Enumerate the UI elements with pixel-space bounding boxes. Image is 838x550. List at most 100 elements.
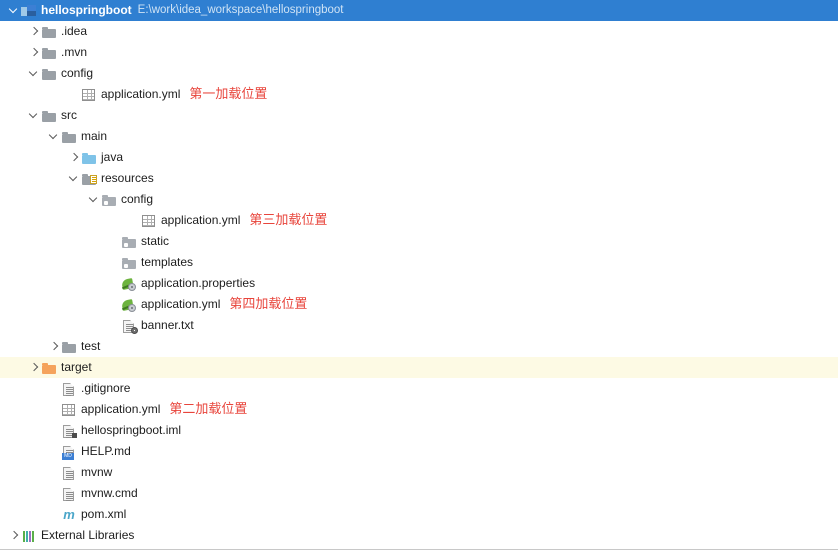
tree-row[interactable]: config bbox=[0, 63, 838, 84]
annotation-note: 第一加载位置 bbox=[189, 87, 268, 102]
tree-row[interactable]: hellospringboot.iml bbox=[0, 420, 838, 441]
chevron-down-icon[interactable] bbox=[28, 105, 41, 126]
folder-source-root-icon bbox=[81, 150, 97, 166]
tree-row[interactable]: templates bbox=[0, 252, 838, 273]
annotation-note: 第四加载位置 bbox=[229, 297, 308, 312]
tree-row[interactable]: .idea bbox=[0, 21, 838, 42]
tree-row[interactable]: src bbox=[0, 105, 838, 126]
chevron-right-icon[interactable] bbox=[8, 525, 21, 546]
tree-row-label: resources bbox=[101, 171, 154, 185]
chevron-placeholder bbox=[108, 315, 121, 336]
chevron-placeholder bbox=[128, 210, 141, 231]
chevron-placeholder bbox=[108, 294, 121, 315]
folder-subdir-icon bbox=[121, 234, 137, 250]
tree-row-label: mvnw.cmd bbox=[81, 486, 138, 500]
chevron-placeholder bbox=[108, 231, 121, 252]
spring-boot-config-icon bbox=[121, 297, 137, 313]
tree-row[interactable]: target bbox=[0, 357, 838, 378]
tree-row-label: application.yml bbox=[141, 297, 221, 311]
folder-subdir-icon bbox=[121, 255, 137, 271]
tree-row-label: src bbox=[61, 108, 77, 122]
tree-row-label: test bbox=[81, 339, 101, 353]
annotation-note: 第三加载位置 bbox=[249, 213, 328, 228]
chevron-right-icon[interactable] bbox=[48, 336, 61, 357]
tree-row-label: External Libraries bbox=[41, 528, 135, 542]
maven-file-icon: m bbox=[63, 506, 75, 522]
tree-row[interactable]: application.yml 第三加载位置 bbox=[0, 210, 838, 231]
tree-row-label: templates bbox=[141, 255, 194, 269]
tree-row-label: java bbox=[101, 150, 124, 164]
chevron-placeholder bbox=[108, 252, 121, 273]
tree-row[interactable]: config bbox=[0, 189, 838, 210]
tree-row-label: mvnw bbox=[81, 465, 113, 479]
folder-resources-root-icon bbox=[81, 171, 97, 187]
tree-row[interactable]: .mvn bbox=[0, 42, 838, 63]
tree-row-label: config bbox=[61, 66, 94, 80]
folder-grey-icon bbox=[41, 108, 57, 124]
folder-grey-icon bbox=[61, 339, 77, 355]
markdown-file-icon: MD bbox=[61, 444, 77, 460]
folder-grey-icon bbox=[41, 66, 57, 82]
tree-row-label: .gitignore bbox=[81, 381, 131, 395]
tree-row-label: hellospringboot bbox=[41, 3, 132, 17]
tree-row-label: pom.xml bbox=[81, 507, 127, 521]
tree-row[interactable]: hellospringboot E:\work\idea_workspace\he… bbox=[0, 0, 838, 21]
chevron-placeholder bbox=[48, 504, 61, 525]
chevron-placeholder bbox=[68, 84, 81, 105]
tree-row[interactable]: static bbox=[0, 231, 838, 252]
tree-row[interactable]: .gitignore bbox=[0, 378, 838, 399]
tree-row-label: application.yml bbox=[81, 402, 161, 416]
tree-row[interactable]: application.yml 第二加载位置 bbox=[0, 399, 838, 420]
chevron-placeholder bbox=[48, 483, 61, 504]
tree-row[interactable]: mvnw bbox=[0, 462, 838, 483]
banner-file-icon bbox=[121, 318, 138, 334]
chevron-down-icon[interactable] bbox=[68, 168, 81, 189]
tree-row[interactable]: MD HELP.md bbox=[0, 441, 838, 462]
yaml-file-icon bbox=[141, 213, 157, 229]
chevron-placeholder bbox=[48, 420, 61, 441]
tree-row[interactable]: resources bbox=[0, 168, 838, 189]
tree-row[interactable]: application.properties bbox=[0, 273, 838, 294]
tree-row-label: static bbox=[141, 234, 170, 248]
tree-row[interactable]: application.yml 第四加载位置 bbox=[0, 294, 838, 315]
tree-row[interactable]: java bbox=[0, 147, 838, 168]
spring-boot-config-icon bbox=[121, 276, 137, 292]
tree-row[interactable]: mvnw.cmd bbox=[0, 483, 838, 504]
tree-row-label: .mvn bbox=[61, 45, 88, 59]
chevron-placeholder bbox=[48, 399, 61, 420]
text-file-icon bbox=[61, 381, 77, 397]
yaml-file-icon bbox=[61, 402, 77, 418]
chevron-placeholder bbox=[108, 273, 121, 294]
chevron-down-icon[interactable] bbox=[48, 126, 61, 147]
tree-row-label: target bbox=[61, 360, 92, 374]
tree-row-label: application.yml bbox=[101, 87, 181, 101]
chevron-placeholder bbox=[48, 378, 61, 399]
chevron-right-icon[interactable] bbox=[28, 357, 41, 378]
chevron-right-icon[interactable] bbox=[28, 21, 41, 42]
folder-excluded-icon bbox=[41, 360, 57, 376]
chevron-down-icon[interactable] bbox=[28, 63, 41, 84]
tree-row-label: HELP.md bbox=[81, 444, 131, 458]
project-tree[interactable]: hellospringboot E:\work\idea_workspace\he… bbox=[0, 0, 838, 550]
chevron-down-icon[interactable] bbox=[8, 0, 21, 21]
tree-row[interactable]: main bbox=[0, 126, 838, 147]
chevron-right-icon[interactable] bbox=[68, 147, 81, 168]
project-path: E:\work\idea_workspace\hellospringboot bbox=[137, 4, 344, 16]
tree-row[interactable]: m pom.xml bbox=[0, 504, 838, 525]
tree-row[interactable]: External Libraries bbox=[0, 525, 838, 546]
iml-file-icon bbox=[61, 423, 77, 439]
tree-row[interactable]: application.yml 第一加载位置 bbox=[0, 84, 838, 105]
annotation-note: 第二加载位置 bbox=[169, 402, 248, 417]
chevron-right-icon[interactable] bbox=[28, 42, 41, 63]
tree-row-label: hellospringboot.iml bbox=[81, 423, 182, 437]
tree-row[interactable]: test bbox=[0, 336, 838, 357]
text-file-icon bbox=[61, 486, 77, 502]
folder-grey-icon bbox=[41, 24, 57, 40]
folder-grey-icon bbox=[41, 45, 57, 61]
folder-grey-icon bbox=[61, 129, 77, 145]
chevron-down-icon[interactable] bbox=[88, 189, 101, 210]
folder-subdir-icon bbox=[101, 192, 117, 208]
chevron-placeholder bbox=[48, 441, 61, 462]
tree-row[interactable]: banner.txt bbox=[0, 315, 838, 336]
external-libraries-icon bbox=[21, 528, 37, 544]
